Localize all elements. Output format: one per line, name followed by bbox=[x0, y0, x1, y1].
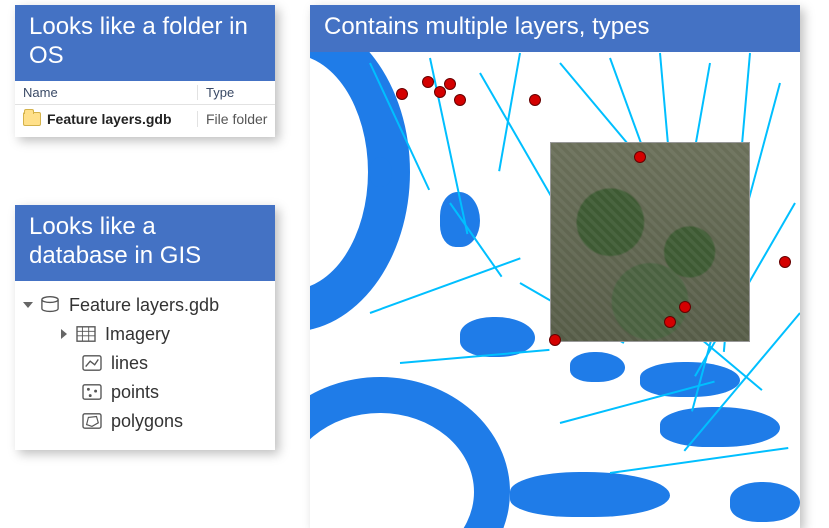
map-canvas[interactable] bbox=[310, 52, 800, 528]
point-feature bbox=[434, 86, 446, 98]
tree-item-label: lines bbox=[111, 353, 148, 374]
os-col-name-header[interactable]: Name bbox=[23, 85, 198, 100]
aerial-imagery-tile bbox=[550, 142, 750, 342]
tree-item-imagery[interactable]: Imagery bbox=[23, 320, 267, 349]
os-folder-name: Feature layers.gdb bbox=[47, 111, 172, 127]
point-feature bbox=[444, 78, 456, 90]
os-folder-row[interactable]: Feature layers.gdb File folder bbox=[15, 105, 275, 137]
raster-grid-icon bbox=[75, 325, 97, 343]
point-feature bbox=[549, 334, 561, 346]
caret-down-icon[interactable] bbox=[23, 302, 33, 308]
tree-root-label: Feature layers.gdb bbox=[69, 295, 219, 316]
os-folder-panel: Looks like a folder in OS Name Type Feat… bbox=[15, 5, 275, 137]
line-feature-icon bbox=[81, 354, 103, 372]
os-table-header: Name Type bbox=[15, 81, 275, 105]
geodatabase-icon bbox=[39, 296, 61, 314]
tree-item-polygons[interactable]: polygons bbox=[23, 407, 267, 436]
lake-polygon bbox=[570, 352, 625, 382]
tree-item-label: polygons bbox=[111, 411, 183, 432]
gis-panel-title: Looks like a database in GIS bbox=[15, 205, 275, 281]
point-feature bbox=[529, 94, 541, 106]
point-feature bbox=[779, 256, 791, 268]
lake-polygon bbox=[660, 407, 780, 447]
os-panel-title: Looks like a folder in OS bbox=[15, 5, 275, 81]
os-folder-type: File folder bbox=[198, 111, 267, 127]
point-feature-icon bbox=[81, 383, 103, 401]
point-feature bbox=[454, 94, 466, 106]
lake-polygon bbox=[730, 482, 800, 522]
lake-polygon bbox=[510, 472, 670, 517]
gis-tree-panel: Looks like a database in GIS Feature lay… bbox=[15, 205, 275, 450]
point-feature bbox=[664, 316, 676, 328]
point-feature bbox=[422, 76, 434, 88]
tree-item-label: Imagery bbox=[105, 324, 170, 345]
tree-item-lines[interactable]: lines bbox=[23, 349, 267, 378]
tree-root-row[interactable]: Feature layers.gdb bbox=[23, 291, 267, 320]
point-feature bbox=[634, 151, 646, 163]
gis-tree: Feature layers.gdb Imagery lines points bbox=[15, 281, 275, 450]
lake-polygon bbox=[370, 157, 392, 187]
tree-item-label: points bbox=[111, 382, 159, 403]
caret-right-icon[interactable] bbox=[61, 329, 67, 339]
map-panel-title: Contains multiple layers, types bbox=[310, 5, 800, 52]
stream-line bbox=[610, 447, 789, 474]
stream-line bbox=[370, 257, 521, 314]
river-polygon bbox=[310, 52, 410, 332]
polygon-feature-icon bbox=[81, 412, 103, 430]
river-polygon bbox=[310, 377, 510, 528]
os-col-type-header[interactable]: Type bbox=[198, 85, 234, 100]
folder-icon bbox=[23, 112, 41, 126]
tree-item-points[interactable]: points bbox=[23, 378, 267, 407]
point-feature bbox=[679, 301, 691, 313]
map-panel: Contains multiple layers, types bbox=[310, 5, 800, 528]
lake-polygon bbox=[640, 362, 740, 397]
point-feature bbox=[396, 88, 408, 100]
